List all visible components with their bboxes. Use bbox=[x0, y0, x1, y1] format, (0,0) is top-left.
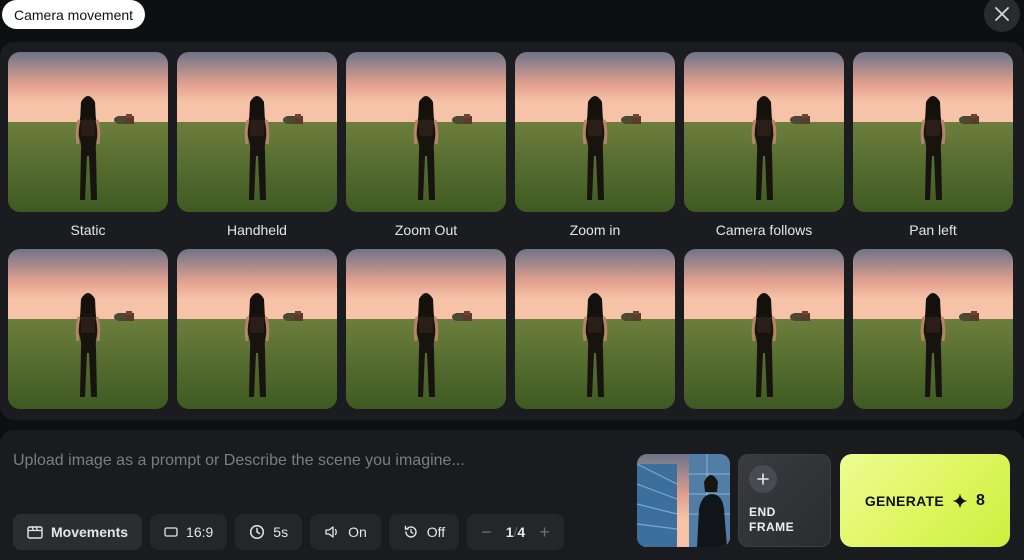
aspect-ratio-button[interactable]: 16:9 bbox=[150, 514, 228, 550]
movement-card[interactable]: Static bbox=[8, 52, 168, 249]
minus-icon[interactable]: − bbox=[481, 522, 492, 543]
aspect-ratio-icon bbox=[164, 527, 178, 537]
movement-card[interactable] bbox=[684, 249, 844, 419]
clapperboard-icon bbox=[27, 526, 43, 539]
movement-thumbnail bbox=[853, 249, 1013, 409]
generate-button[interactable]: GENERATE 8 bbox=[840, 454, 1010, 547]
camera-movement-page: Camera movement Static Handheld Zoom Out… bbox=[0, 0, 1024, 560]
end-frame-line2: FRAME bbox=[749, 520, 795, 534]
speaker-icon bbox=[325, 526, 337, 538]
generate-label: GENERATE bbox=[864, 492, 944, 509]
clock-icon bbox=[250, 524, 265, 540]
end-frame-label: END FRAME bbox=[749, 505, 820, 535]
output-count-stepper[interactable]: − 1/4 + bbox=[467, 514, 564, 550]
movement-card[interactable]: Zoom Out bbox=[346, 52, 506, 249]
history-icon bbox=[404, 525, 417, 538]
loop-button[interactable]: Off bbox=[388, 514, 460, 550]
movement-panel: Static Handheld Zoom Out Zoom in Camera … bbox=[0, 42, 1024, 420]
preview-image bbox=[515, 52, 675, 212]
preview-image bbox=[684, 52, 844, 212]
movement-label: Camera follows bbox=[715, 222, 813, 238]
preview-image bbox=[346, 249, 506, 409]
start-frame-image bbox=[637, 454, 730, 547]
close-icon bbox=[995, 7, 1009, 21]
movement-thumbnail bbox=[346, 249, 506, 409]
composer: Movements 16:9 5s On bbox=[0, 430, 1024, 560]
movement-thumbnail bbox=[8, 52, 168, 212]
add-icon bbox=[749, 465, 777, 493]
movement-card[interactable] bbox=[8, 249, 168, 419]
movement-card[interactable] bbox=[346, 249, 506, 419]
preview-image bbox=[8, 249, 168, 409]
preview-image bbox=[8, 52, 168, 212]
movement-card[interactable]: Zoom in bbox=[515, 52, 675, 249]
movement-label: Static bbox=[70, 222, 106, 238]
plus-icon[interactable]: + bbox=[539, 522, 550, 543]
count-current: 1 bbox=[505, 524, 514, 540]
generate-credits: 8 bbox=[975, 491, 986, 509]
preview-image bbox=[684, 249, 844, 409]
movements-label: Movements bbox=[51, 524, 129, 540]
movement-card[interactable]: Handheld bbox=[177, 52, 337, 249]
movement-thumbnail bbox=[515, 52, 675, 212]
movement-label: Zoom Out bbox=[394, 222, 458, 238]
duration-label: 5s bbox=[273, 524, 289, 540]
movement-thumbnail bbox=[177, 52, 337, 212]
movement-card[interactable]: Pan left bbox=[853, 52, 1013, 249]
preview-image bbox=[515, 249, 675, 409]
movement-label: Zoom in bbox=[569, 222, 621, 238]
movement-grid: Static Handheld Zoom Out Zoom in Camera … bbox=[8, 52, 1013, 419]
aspect-ratio-label: 16:9 bbox=[186, 524, 214, 540]
close-button[interactable] bbox=[984, 0, 1020, 32]
loop-label: Off bbox=[426, 524, 446, 540]
page-title: Camera movement bbox=[2, 0, 146, 29]
movement-thumbnail bbox=[515, 249, 675, 409]
movement-card[interactable] bbox=[853, 249, 1013, 419]
sparkle-icon bbox=[952, 493, 968, 508]
preview-image bbox=[853, 52, 1013, 212]
movement-label: Handheld bbox=[227, 222, 287, 238]
movement-thumbnail bbox=[853, 52, 1013, 212]
preview-image bbox=[177, 52, 337, 212]
movement-thumbnail bbox=[346, 52, 506, 212]
composer-toolbar: Movements 16:9 5s On Off − 1/4 + bbox=[13, 514, 564, 550]
preview-image bbox=[853, 249, 1013, 409]
movement-thumbnail bbox=[684, 249, 844, 409]
movement-label: Pan left bbox=[909, 222, 957, 238]
start-frame-thumbnail[interactable] bbox=[637, 454, 730, 547]
sound-label: On bbox=[348, 524, 367, 540]
preview-image bbox=[346, 52, 506, 212]
movement-card[interactable] bbox=[177, 249, 337, 419]
movements-button[interactable]: Movements bbox=[13, 514, 143, 550]
prompt-input[interactable] bbox=[13, 452, 613, 470]
movement-card[interactable]: Camera follows bbox=[684, 52, 844, 249]
end-frame-line1: END bbox=[749, 505, 776, 519]
count-total: 4 bbox=[517, 524, 526, 540]
movement-card[interactable] bbox=[515, 249, 675, 419]
movement-thumbnail bbox=[8, 249, 168, 409]
end-frame-button[interactable]: END FRAME bbox=[738, 454, 831, 547]
preview-image bbox=[177, 249, 337, 409]
movement-thumbnail bbox=[177, 249, 337, 409]
movement-thumbnail bbox=[684, 52, 844, 212]
duration-button[interactable]: 5s bbox=[235, 514, 303, 550]
sound-button[interactable]: On bbox=[310, 514, 381, 550]
